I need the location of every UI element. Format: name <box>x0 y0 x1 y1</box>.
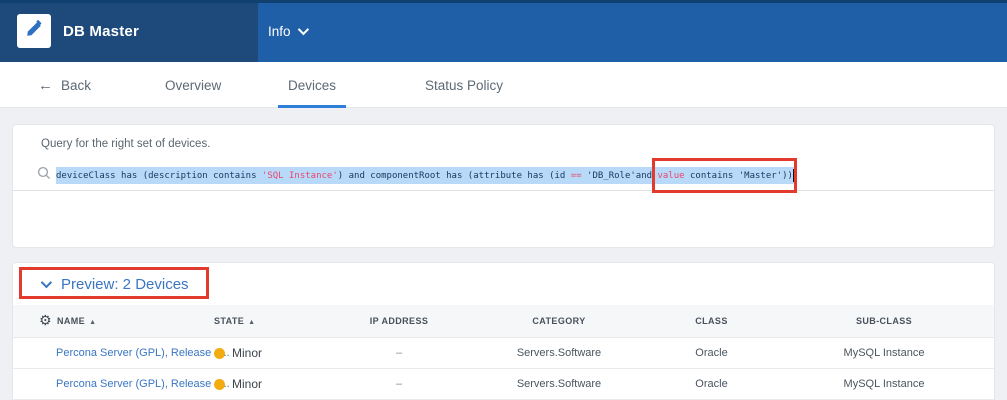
ip-address-cell: – <box>334 378 464 390</box>
edit-entity-button[interactable] <box>17 14 51 48</box>
device-table-header: ⚙ NAME ▲ STATE ▲ IP ADDRESS CATEGORY CLASS… <box>13 305 994 338</box>
query-seg-5: 'DB_Role'and <box>582 171 658 181</box>
tab-bar: ← Back Overview Devices Status Policy <box>0 62 1007 108</box>
back-label: Back <box>61 78 91 93</box>
query-seg-3: ) and componentRoot has (attribute has (… <box>338 171 571 181</box>
back-button[interactable]: ← Back <box>28 62 101 108</box>
device-query-input[interactable]: deviceClass has (description contains 'S… <box>13 161 994 191</box>
column-header-ip-address[interactable]: IP ADDRESS <box>334 316 464 326</box>
sort-asc-icon: ▲ <box>89 319 96 326</box>
chevron-down-icon <box>41 277 52 288</box>
info-menu[interactable]: Info <box>268 0 306 62</box>
column-ip-label: IP ADDRESS <box>370 316 429 326</box>
pencil-icon <box>25 20 43 43</box>
minor-state-dot-icon <box>214 379 225 390</box>
tab-status-policy-label: Status Policy <box>425 78 503 93</box>
sort-asc-icon: ▲ <box>248 319 255 326</box>
preview-toggle[interactable]: Preview: 2 Devices <box>13 263 994 305</box>
chevron-down-icon <box>297 24 308 35</box>
query-text: deviceClass has (description contains 'S… <box>56 167 794 184</box>
tab-devices-label: Devices <box>288 78 336 93</box>
text-caret <box>793 169 795 182</box>
query-annotated-segment: value contains 'Master')) <box>657 169 794 182</box>
state-label: Minor <box>232 377 262 391</box>
tab-overview[interactable]: Overview <box>155 62 231 108</box>
column-state-label: STATE <box>214 316 244 326</box>
query-seg-operator: == <box>571 171 582 181</box>
table-settings-gear-icon[interactable]: ⚙ <box>39 314 52 328</box>
preview-panel: Preview: 2 Devices ⚙ NAME ▲ STATE ▲ IP ADD… <box>12 262 995 400</box>
class-cell: Oracle <box>654 347 769 359</box>
column-class-label: CLASS <box>695 316 728 326</box>
minor-state-dot-icon <box>214 348 225 359</box>
device-name-link[interactable]: Percona Server (GPL), Release 1... <box>56 347 230 359</box>
column-header-subclass[interactable]: SUB-CLASS <box>769 316 999 326</box>
header-top-edge <box>0 0 1007 3</box>
column-category-label: CATEGORY <box>532 316 585 326</box>
state-label: Minor <box>232 346 262 360</box>
category-cell: Servers.Software <box>464 347 654 359</box>
query-panel: Query for the right set of devices. devi… <box>12 124 995 248</box>
back-arrow-icon: ← <box>38 77 53 94</box>
device-name-link[interactable]: Percona Server (GPL), Release 1... <box>56 378 230 390</box>
search-icon <box>37 166 51 185</box>
tab-devices[interactable]: Devices <box>278 62 346 108</box>
column-subclass-label: SUB-CLASS <box>856 316 912 326</box>
query-seg-string-literal: 'SQL Instance' <box>262 171 338 181</box>
column-name-label: NAME <box>57 316 85 326</box>
tab-status-policy[interactable]: Status Policy <box>415 62 513 108</box>
tab-overview-label: Overview <box>165 78 221 93</box>
page-title: DB Master <box>63 23 139 40</box>
column-header-class[interactable]: CLASS <box>654 316 769 326</box>
subclass-cell: MySQL Instance <box>769 378 999 390</box>
column-header-state[interactable]: STATE ▲ <box>214 316 334 326</box>
table-row[interactable]: Percona Server (GPL), Release 1... Minor… <box>13 369 994 400</box>
entity-header-section: DB Master <box>0 0 258 62</box>
query-seg-7: contains 'Master')) <box>685 171 793 181</box>
query-heading: Query for the right set of devices. <box>41 138 210 150</box>
info-menu-label: Info <box>268 24 291 39</box>
column-header-category[interactable]: CATEGORY <box>464 316 654 326</box>
subclass-cell: MySQL Instance <box>769 347 999 359</box>
state-cell: Minor <box>214 377 334 391</box>
table-row[interactable]: Percona Server (GPL), Release 1... Minor… <box>13 338 994 369</box>
preview-title: Preview: 2 Devices <box>61 276 189 293</box>
ip-address-cell: – <box>334 347 464 359</box>
query-seg-value-token: value <box>657 171 684 181</box>
query-seg-1: deviceClass has (description contains <box>56 171 262 181</box>
class-cell: Oracle <box>654 378 769 390</box>
app-header: DB Master Info <box>0 0 1007 62</box>
category-cell: Servers.Software <box>464 378 654 390</box>
state-cell: Minor <box>214 346 334 360</box>
column-header-name[interactable]: NAME ▲ <box>57 316 96 326</box>
